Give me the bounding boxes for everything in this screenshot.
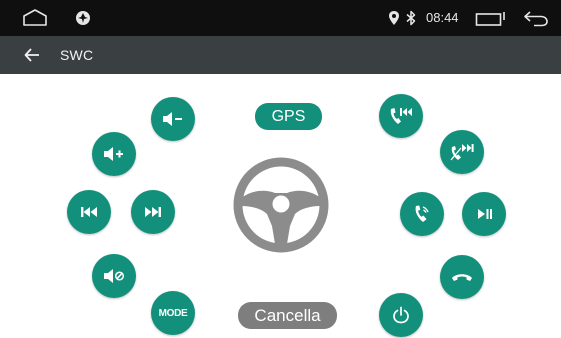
- cancel-button[interactable]: Cancella: [238, 302, 337, 329]
- volume-up-icon: [104, 147, 123, 161]
- status-bar: 08:44: [0, 0, 561, 36]
- arrow-left-icon[interactable]: [20, 43, 44, 67]
- previous-track-button[interactable]: [67, 190, 111, 234]
- play-pause-button[interactable]: [462, 192, 506, 236]
- steering-wheel-icon: [233, 157, 329, 253]
- recent-apps-icon[interactable]: [475, 9, 509, 27]
- play-pause-icon: [478, 209, 492, 219]
- power-button[interactable]: [379, 293, 423, 337]
- call-previous-button[interactable]: [379, 94, 423, 138]
- volume-down-button[interactable]: [151, 97, 195, 141]
- bluetooth-icon: [405, 10, 417, 26]
- phone-answer-icon: [415, 205, 429, 222]
- power-icon: [393, 306, 409, 324]
- call-next-button[interactable]: [440, 130, 484, 174]
- mode-button[interactable]: MODE: [151, 291, 195, 335]
- mute-icon: [104, 269, 125, 283]
- call-previous-icon: [390, 108, 412, 124]
- swc-panel: MODE GPS Cancella: [0, 74, 561, 338]
- hang-up-icon: [452, 274, 472, 281]
- location-pin-icon: [388, 10, 400, 26]
- mode-label: MODE: [158, 307, 188, 319]
- home-outline-icon[interactable]: [22, 8, 48, 28]
- phone-answer-button[interactable]: [400, 192, 444, 236]
- next-track-button[interactable]: [131, 190, 175, 234]
- previous-track-icon: [81, 207, 97, 217]
- title-bar: SWC: [0, 36, 561, 74]
- gps-button[interactable]: GPS: [255, 103, 322, 130]
- hang-up-button[interactable]: [440, 255, 484, 299]
- mute-button[interactable]: [92, 254, 136, 298]
- volume-up-button[interactable]: [92, 132, 136, 176]
- next-track-icon: [145, 207, 161, 217]
- call-next-icon: [450, 144, 474, 161]
- settings-aperture-icon[interactable]: [75, 10, 91, 26]
- page-title: SWC: [60, 47, 94, 63]
- volume-down-icon: [163, 112, 182, 126]
- status-clock: 08:44: [426, 10, 459, 25]
- back-arrow-icon[interactable]: [522, 9, 550, 27]
